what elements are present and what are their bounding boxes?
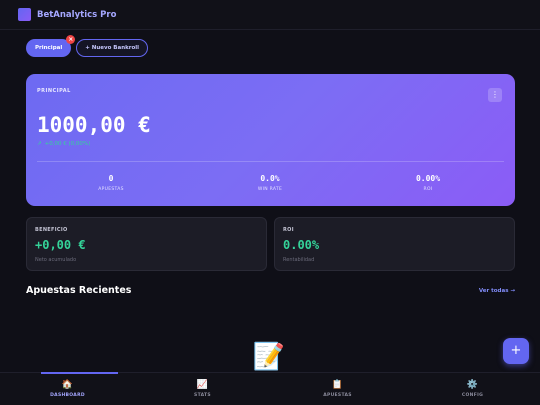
bankroll-name: PRINCIPAL bbox=[37, 88, 71, 94]
stat-bets-value: 0 bbox=[108, 174, 114, 183]
memo-icon: 📝 bbox=[252, 342, 286, 372]
nav-bets-label: APUESTAS bbox=[323, 393, 352, 398]
stat-win-rate-value: 0.0% bbox=[260, 174, 280, 183]
nav-dashboard-label: DASHBOARD bbox=[50, 393, 85, 398]
nav-stats-label: STATS bbox=[194, 393, 211, 398]
trend-up-icon: ↗ bbox=[37, 141, 42, 147]
bankroll-summary-card: PRINCIPAL ⋮ 1000,00 € ↗ +0,00 € (0,00%) … bbox=[26, 74, 515, 206]
profit-card: BENEFICIO +0,00 € Neto acumulado bbox=[26, 217, 267, 271]
bankroll-balance: 1000,00 € bbox=[37, 113, 151, 137]
stat-win-rate-label: WIN RATE bbox=[257, 187, 283, 192]
app-logo-icon bbox=[18, 8, 31, 21]
gear-icon: ⚙️ bbox=[466, 380, 479, 390]
nav-dashboard[interactable]: 🏠 DASHBOARD bbox=[0, 373, 135, 405]
stat-bets-label: APUESTAS bbox=[98, 187, 124, 192]
home-icon: 🏠 bbox=[61, 380, 74, 390]
recent-bets-title: Apuestas Recientes bbox=[26, 285, 132, 296]
tab-principal[interactable]: Principal × bbox=[26, 35, 76, 57]
bankroll-tabs: Principal × + Nuevo Bankroll bbox=[26, 35, 149, 57]
divider bbox=[37, 161, 504, 162]
nav-stats[interactable]: 📈 STATS bbox=[135, 373, 270, 405]
profit-label: BENEFICIO bbox=[35, 227, 68, 233]
stat-win-rate: 0.0% WIN RATE bbox=[220, 174, 320, 192]
nav-config[interactable]: ⚙️ CONFIG bbox=[405, 373, 540, 405]
new-bankroll-button[interactable]: + Nuevo Bankroll bbox=[76, 39, 149, 57]
profit-value: +0,00 € bbox=[35, 238, 86, 252]
stat-bets: 0 APUESTAS bbox=[61, 174, 161, 192]
bottom-nav: 🏠 DASHBOARD 📈 STATS 📋 APUESTAS ⚙️ CONFIG bbox=[0, 372, 540, 405]
stat-roi-value: 0.00% bbox=[415, 174, 441, 183]
chart-icon: 📈 bbox=[196, 380, 209, 390]
balance-change: ↗ +0,00 € (0,00%) bbox=[37, 141, 90, 147]
nav-bets[interactable]: 📋 APUESTAS bbox=[270, 373, 405, 405]
roi-card: ROI 0.00% Rentabilidad bbox=[274, 217, 515, 271]
add-bet-button[interactable]: + bbox=[503, 338, 529, 364]
app-title: BetAnalytics Pro bbox=[37, 9, 117, 20]
roi-label: ROI bbox=[283, 227, 294, 233]
stat-roi-label: ROI bbox=[423, 187, 433, 192]
profit-subtitle: Neto acumulado bbox=[35, 257, 77, 263]
tab-principal-label: Principal bbox=[35, 45, 63, 51]
clipboard-icon: 📋 bbox=[331, 380, 344, 390]
see-all-link[interactable]: Ver todas → bbox=[479, 288, 515, 294]
stat-roi: 0.00% ROI bbox=[378, 174, 478, 192]
top-bar: BetAnalytics Pro bbox=[0, 0, 540, 30]
nav-config-label: CONFIG bbox=[461, 393, 484, 398]
close-tab-icon[interactable]: × bbox=[66, 35, 76, 44]
roi-subtitle: Rentabilidad bbox=[283, 257, 315, 263]
roi-value: 0.00% bbox=[283, 238, 320, 252]
more-options-icon[interactable]: ⋮ bbox=[488, 88, 502, 102]
balance-change-value: +0,00 € (0,00%) bbox=[44, 141, 91, 147]
